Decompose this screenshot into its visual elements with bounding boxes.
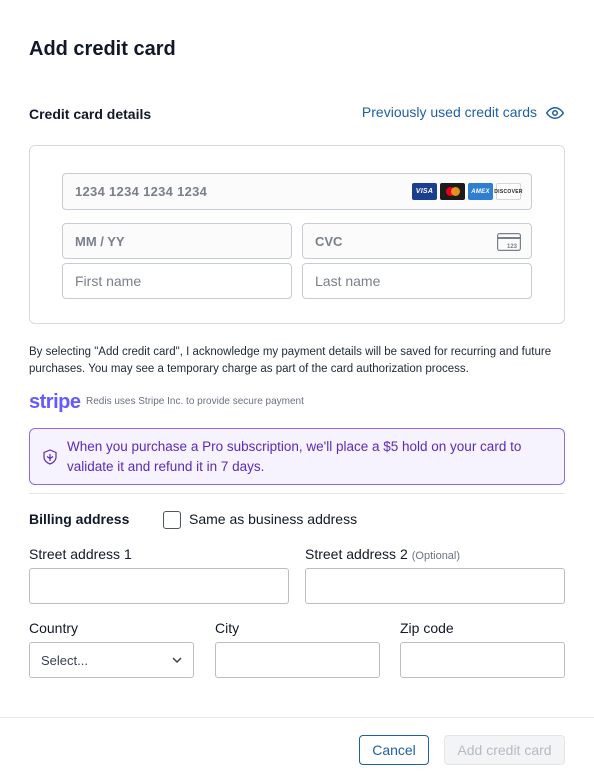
country-label: Country [29, 620, 79, 636]
city-label: City [215, 620, 240, 636]
same-as-business-label[interactable]: Same as business address [189, 511, 357, 527]
discover-icon: DISCOVER [494, 183, 522, 200]
zip-input[interactable] [400, 642, 565, 678]
hold-notice: When you purchase a Pro subscription, we… [29, 428, 565, 485]
chevron-down-icon [172, 657, 182, 664]
mastercard-icon [440, 183, 465, 200]
hold-notice-text: When you purchase a Pro subscription, we… [67, 439, 522, 474]
card-brands: VISA AMEX DISCOVER [412, 183, 522, 200]
previous-cards-link[interactable]: Previously used credit cards [362, 104, 537, 120]
street2-input[interactable] [305, 568, 565, 604]
last-name-field[interactable]: Last name [302, 263, 532, 299]
card-cvc-icon: 123 [497, 233, 521, 251]
expiry-placeholder: MM / YY [75, 233, 125, 249]
footer-divider [0, 717, 594, 718]
street1-input[interactable] [29, 568, 289, 604]
billing-address-label: Billing address [29, 511, 130, 527]
stripe-note: Redis uses Stripe Inc. to provide secure… [86, 396, 304, 407]
cancel-button[interactable]: Cancel [359, 735, 429, 765]
first-name-placeholder: First name [75, 273, 142, 289]
stripe-logo: stripe [29, 391, 81, 413]
shield-icon [43, 449, 57, 465]
street2-label-text: Street address 2 [305, 546, 408, 562]
city-input[interactable] [215, 642, 380, 678]
card-details-label: Credit card details [29, 106, 152, 122]
card-number-placeholder: 1234 1234 1234 1234 [75, 184, 208, 199]
dialog-title: Add credit card [29, 38, 176, 60]
same-as-business-checkbox[interactable] [163, 511, 181, 529]
card-number-field[interactable]: 1234 1234 1234 1234 VISA AMEX DISCOVER [62, 173, 532, 210]
country-select-value: Select... [41, 652, 88, 668]
amex-icon: AMEX [468, 183, 493, 200]
visa-icon: VISA [412, 183, 437, 200]
first-name-field[interactable]: First name [62, 263, 292, 299]
street1-label: Street address 1 [29, 546, 132, 562]
add-credit-card-button[interactable]: Add credit card [444, 735, 565, 765]
cvc-placeholder: CVC [315, 233, 343, 249]
last-name-placeholder: Last name [315, 273, 381, 289]
street2-label: Street address 2 (Optional) [305, 546, 460, 562]
save-card-disclaimer: By selecting "Add credit card", I acknow… [29, 346, 552, 375]
zip-label: Zip code [400, 620, 454, 636]
cvc-field[interactable]: CVC 123 [302, 223, 532, 259]
optional-tag: (Optional) [411, 550, 461, 562]
eye-icon[interactable] [546, 104, 564, 122]
divider [29, 493, 565, 494]
svg-text:123: 123 [507, 244, 518, 250]
country-select[interactable]: Select... [29, 642, 194, 678]
expiry-field[interactable]: MM / YY [62, 223, 292, 259]
